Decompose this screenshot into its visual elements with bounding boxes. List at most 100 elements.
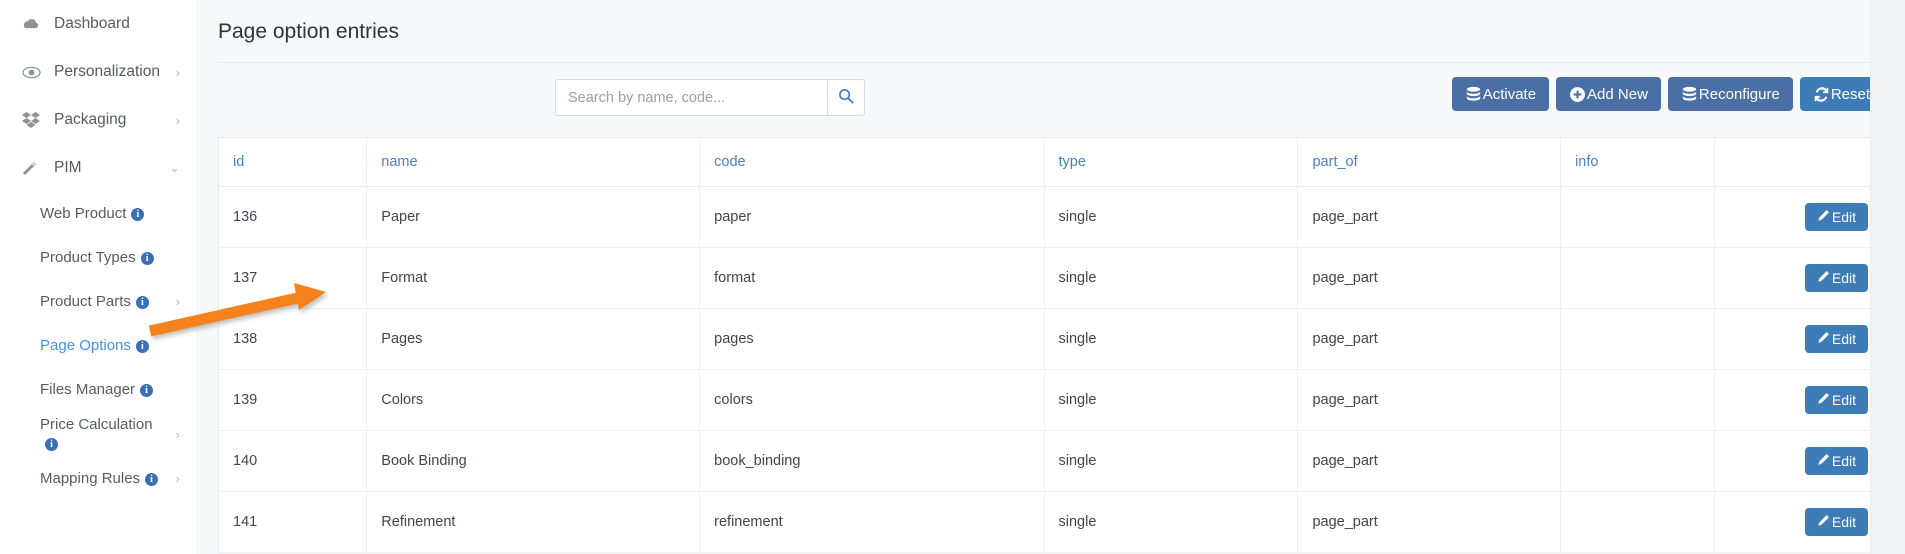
edit-button[interactable]: Edit [1804, 325, 1868, 353]
cell-id: 139 [219, 369, 368, 431]
cell-name: Refinement [366, 491, 701, 553]
page-option-entries-table: id name code type part_of info 136 Paper p… [219, 138, 1882, 553]
column-header-info[interactable]: info [1560, 138, 1715, 187]
activate-button[interactable]: Activate [1451, 77, 1550, 111]
table-row: 141 Refinement refinement single page_part Ed… [219, 491, 1882, 553]
add-new-button[interactable]: Add New [1556, 77, 1661, 111]
cell-actions: Edit [1714, 186, 1882, 248]
sidebar-item-price-calculation[interactable]: Price Calculation i › [0, 412, 196, 458]
column-header-id[interactable]: id [219, 138, 368, 187]
content-container: Page option entries Acti [218, 0, 1905, 554]
info-icon[interactable]: i [145, 473, 159, 487]
chevron-right-icon: › [175, 64, 180, 80]
edit-button[interactable]: Edit [1804, 264, 1868, 292]
sidebar-item-personalization[interactable]: Personalization › [0, 48, 196, 96]
edit-button[interactable]: Edit [1804, 203, 1868, 231]
sidebar-item-label: Mapping Rules [40, 470, 141, 488]
table-row: 139 Colors colors single page_part Edit [219, 369, 1882, 431]
button-label: Add New [1587, 85, 1648, 103]
cell-code: book_binding [699, 430, 1045, 492]
toolbar-button-group: Activate Add New Reconfigure Reset [1451, 77, 1883, 111]
sidebar-item-page-options[interactable]: Page Options i [0, 324, 196, 368]
button-label: Reconfigure [1698, 85, 1780, 103]
cell-name: Pages [366, 308, 701, 370]
cell-type: single [1044, 369, 1299, 431]
column-header-code[interactable]: code [699, 138, 1045, 187]
sidebar-item-packaging[interactable]: Packaging › [0, 96, 196, 144]
chevron-down-icon: ⌄ [169, 160, 180, 175]
table-body: 136 Paper paper single page_part Edit 137 Forma… [219, 186, 1882, 553]
sidebar-item-files-manager[interactable]: Files Manager i [0, 368, 196, 412]
cell-name: Book Binding [366, 430, 701, 492]
search-button[interactable] [827, 79, 865, 116]
info-icon[interactable]: i [135, 295, 149, 309]
cell-type: single [1044, 430, 1299, 492]
info-icon[interactable]: i [140, 251, 154, 265]
cell-type: single [1044, 247, 1299, 309]
sidebar-item-label: PIM [54, 159, 82, 176]
cell-type: single [1044, 186, 1299, 248]
cell-code: colors [699, 369, 1045, 431]
plus-circle-icon [1569, 86, 1586, 103]
info-icon[interactable]: i [45, 437, 58, 451]
table-row: 138 Pages pages single page_part Edit [219, 308, 1882, 370]
column-header-actions [1714, 138, 1882, 187]
chevron-right-icon: › [175, 426, 180, 442]
pencil-icon [1817, 392, 1830, 408]
scrollbar-gutter[interactable] [1870, 0, 1905, 554]
search-icon [838, 88, 854, 107]
column-header-part-of[interactable]: part_of [1297, 138, 1562, 187]
table-row: 137 Format format single page_part Edit [219, 247, 1882, 309]
cell-type: single [1044, 491, 1299, 553]
sidebar-item-label: Product Parts [40, 292, 131, 310]
table-row: 136 Paper paper single page_part Edit [219, 186, 1882, 248]
column-header-name[interactable]: name [366, 138, 701, 187]
cell-part-of: page_part [1297, 369, 1562, 431]
sidebar-item-web-product[interactable]: Web Product i [0, 192, 196, 236]
cell-code: format [699, 247, 1045, 309]
reconfigure-button[interactable]: Reconfigure [1667, 77, 1793, 111]
pencil-icon [1817, 209, 1830, 225]
cell-actions: Edit [1714, 308, 1882, 370]
cell-code: paper [699, 186, 1045, 248]
column-header-type[interactable]: type [1044, 138, 1299, 187]
sidebar-item-product-parts[interactable]: Product Parts i › [0, 280, 196, 324]
search-input[interactable] [555, 79, 827, 116]
button-label: Activate [1482, 85, 1537, 103]
edit-button[interactable]: Edit [1804, 386, 1868, 414]
app-root: Dashboard Personalization › Packaging › … [0, 0, 1905, 554]
cell-info [1560, 369, 1715, 431]
cell-name: Paper [366, 186, 701, 248]
cell-id: 140 [219, 430, 368, 492]
pencil-icon [1817, 453, 1830, 469]
edit-button-label: Edit [1831, 331, 1856, 347]
edit-button[interactable]: Edit [1804, 508, 1868, 536]
chevron-right-icon: › [175, 112, 180, 128]
cell-name: Colors [366, 369, 701, 431]
table-header-row: id name code type part_of info [219, 138, 1882, 187]
edit-button[interactable]: Edit [1804, 447, 1868, 475]
info-icon[interactable]: i [135, 339, 149, 353]
sidebar-item-dashboard[interactable]: Dashboard [0, 0, 196, 48]
sidebar-item-mapping-rules[interactable]: Mapping Rules i › [0, 458, 196, 502]
database-icon [1681, 86, 1698, 103]
sidebar-item-product-types[interactable]: Product Types i [0, 236, 196, 280]
cell-id: 137 [219, 247, 368, 309]
cell-info [1560, 430, 1715, 492]
sidebar-item-pim[interactable]: PIM ⌄ [0, 144, 196, 192]
database-icon [1465, 86, 1482, 103]
cell-info [1560, 308, 1715, 370]
pencil-icon [1817, 331, 1830, 347]
cell-part-of: page_part [1297, 491, 1562, 553]
info-icon[interactable]: i [140, 383, 154, 397]
sidebar-item-label: Dashboard [54, 15, 130, 32]
entries-table-card: id name code type part_of info 136 Paper p… [218, 137, 1883, 553]
boxes-icon [22, 112, 44, 128]
sidebar-item-label: Packaging [54, 111, 127, 128]
chevron-right-icon: › [175, 471, 180, 487]
chevron-right-icon: › [175, 293, 180, 309]
edit-button-label: Edit [1831, 514, 1856, 530]
cloud-icon [22, 18, 44, 31]
info-icon[interactable]: i [131, 207, 145, 221]
sidebar-item-label: Page Options [40, 336, 131, 354]
